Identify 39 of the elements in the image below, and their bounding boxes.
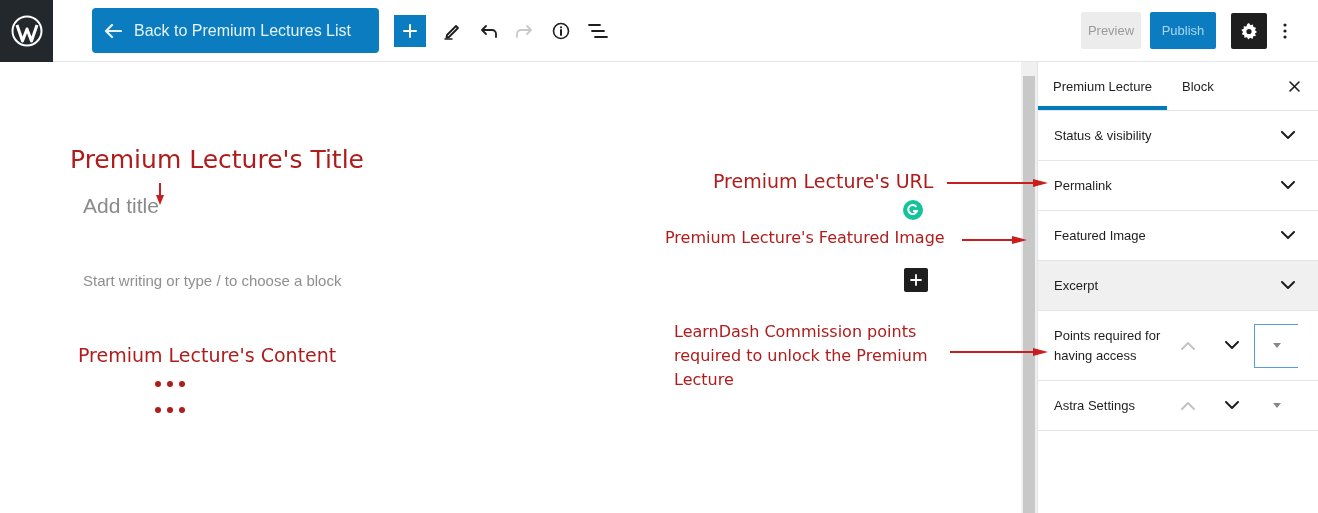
chevron-down-icon [1225,341,1239,350]
sidebar-tab[interactable]: Premium Lecture [1038,62,1167,110]
arrow-left-icon [104,22,122,39]
plus-icon [403,23,417,38]
annotation-label: Premium Lecture's Featured Image [665,228,945,247]
chevron-up-icon [1181,341,1195,350]
annotation-label: Premium Lecture's Title [70,145,364,174]
add-block-button[interactable] [904,268,928,292]
logo-icon[interactable] [10,14,43,47]
close-icon [1288,80,1300,92]
undo-icon [480,23,498,38]
annotation-label: Premium Lecture's Content [78,344,337,366]
annotation-arrow [962,235,1027,245]
annotation-label: LearnDash Commission points required to unlock the Premium Lecture [674,321,929,391]
caret-icon [1272,403,1281,408]
block-field[interactable]: Start writing or type / to choose a block [83,271,403,289]
more-icon [1283,22,1287,39]
panel-menu-button[interactable] [1254,323,1298,368]
panel-header[interactable]: Excerpt [1038,261,1318,311]
back-button[interactable]: Back to Premium Lectures List [92,8,379,53]
caret-icon [1272,343,1281,348]
dots-mark [154,380,186,414]
plus-icon [910,274,922,286]
chevron-down-icon [1281,231,1295,240]
chevron-up-icon [1181,401,1195,410]
title-field[interactable]: Add title [83,194,383,218]
chevron-down-icon [1281,131,1295,140]
scrollbar-thumb[interactable] [1023,76,1035,513]
info-icon [552,21,570,40]
chevron-down-icon [1225,401,1239,410]
settings-icon [1240,21,1258,40]
chevron-down-icon [1281,181,1295,190]
list-icon [588,22,608,39]
redo-icon [515,23,533,38]
sidebar-tab[interactable]: Block [1167,62,1229,110]
grammarly-icon [903,200,923,220]
chevron-down-icon [1281,281,1295,290]
annotation-label: Premium Lecture's URL [713,170,934,192]
settings-button[interactable] [1231,12,1267,49]
